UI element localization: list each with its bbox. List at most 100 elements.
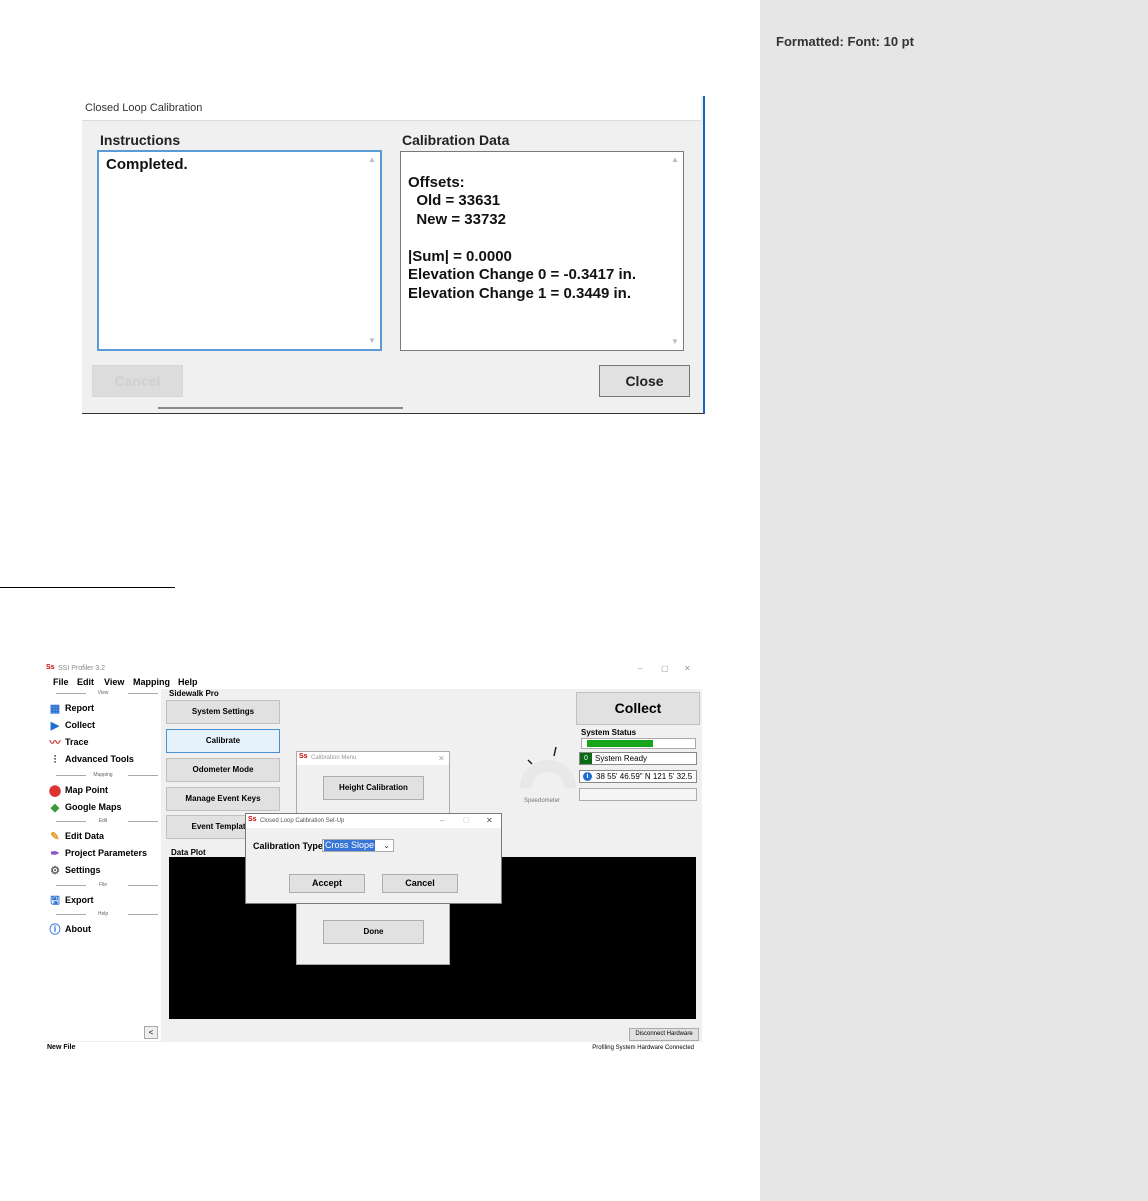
divider — [158, 407, 403, 409]
maximize-icon[interactable]: ▢ — [463, 814, 470, 828]
minimize-icon[interactable]: – — [440, 814, 444, 828]
sidebar-item-report[interactable]: ▦ Report — [48, 700, 94, 716]
sidebar-item-label: Map Point — [65, 785, 108, 795]
section-help: Help — [48, 910, 158, 919]
sidebar-item-label: Collect — [65, 720, 96, 730]
calibration-data-label: Calibration Data — [402, 132, 510, 148]
scroll-up-icon[interactable]: ▲ — [367, 155, 377, 165]
menu-file[interactable]: File — [53, 676, 69, 689]
calibration-type-label: Calibration Type — [253, 841, 323, 851]
instructions-textbox[interactable]: Completed. ▲ ▼ — [97, 150, 382, 351]
maximize-icon[interactable]: ▢ — [661, 662, 669, 676]
system-ready-field: 0 System Ready — [579, 752, 697, 765]
odometer-mode-button[interactable]: Odometer Mode — [166, 758, 280, 782]
manage-event-keys-button[interactable]: Manage Event Keys — [166, 787, 280, 811]
section-mapping: Mapping — [48, 771, 158, 780]
empty-status-field — [579, 788, 697, 801]
cancel-button[interactable]: Cancel — [92, 365, 183, 397]
menu-bar: File Edit View Mapping Help — [44, 676, 702, 689]
menu-view[interactable]: View — [104, 676, 124, 689]
instructions-scrollbar[interactable]: ▲ ▼ — [366, 154, 378, 347]
google-maps-icon: ◆ — [50, 801, 60, 814]
calibrate-button[interactable]: Calibrate — [166, 729, 280, 753]
collapse-sidebar-button[interactable]: < — [144, 1026, 158, 1039]
menu-edit[interactable]: Edit — [77, 676, 94, 689]
instructions-label: Instructions — [100, 132, 181, 148]
status-bar-right: Profiling System Hardware Connected — [592, 1045, 694, 1051]
ssi-logo-icon: Ss — [248, 816, 257, 824]
calibration-data-textbox[interactable]: Offsets: Old = 33631 New = 33732 |Sum| =… — [400, 151, 684, 351]
system-status-label: System Status — [581, 728, 637, 737]
minimize-icon[interactable]: – — [638, 662, 642, 676]
collect-button[interactable]: Collect — [576, 692, 700, 725]
sidebar-item-google-maps[interactable]: ◆ Google Maps — [48, 799, 122, 815]
sidebar-item-project-parameters[interactable]: ✒ Project Parameters — [48, 845, 147, 861]
window-title: Closed Loop Calibration — [82, 96, 701, 121]
menu-mapping[interactable]: Mapping — [133, 676, 170, 689]
system-status-progress — [581, 738, 696, 749]
speedometer-gauge — [520, 746, 576, 789]
section-file: File — [48, 881, 158, 890]
trace-icon: 〰 — [49, 736, 61, 749]
data-line: New = 33732 — [408, 210, 506, 228]
sidebar-item-settings[interactable]: ⚙ Settings — [48, 862, 101, 878]
pencil-icon: ✎ — [50, 830, 60, 843]
calibration-menu-title: Calibration Menu — [311, 755, 357, 761]
closed-loop-calibration-window: Closed Loop Calibration Instructions Com… — [82, 96, 705, 414]
sidebar-item-collect[interactable]: ▶ Collect — [48, 717, 95, 733]
calibration-type-select[interactable]: Cross Slope ⌄ — [322, 839, 394, 852]
close-icon[interactable]: ✕ — [486, 814, 493, 828]
sidebar-item-label: About — [65, 924, 91, 934]
data-line: Elevation Change 0 = -0.3417 in. — [408, 266, 637, 283]
export-icon: 🖫 — [50, 894, 60, 907]
map-pin-icon: ⬤ — [48, 784, 62, 797]
sidebar-item-label: Edit Data — [65, 831, 105, 841]
ssi-logo-icon: Ss — [299, 753, 308, 761]
calibration-menu-title-bar: Ss Calibration Menu ✕ — [297, 752, 449, 765]
mode-label: Sidewalk Pro — [169, 689, 219, 698]
status-text: System Ready — [595, 754, 648, 763]
play-icon: ▶ — [50, 719, 60, 732]
disconnect-hardware-button[interactable]: Disconnect Hardware — [629, 1028, 699, 1041]
scroll-up-icon[interactable]: ▲ — [670, 155, 680, 165]
sidebar-item-about[interactable]: ⓘ About — [48, 921, 92, 937]
cancel-button[interactable]: Cancel — [382, 874, 458, 893]
progress-fill — [587, 740, 653, 747]
sidebar-item-map-point[interactable]: ⬤ Map Point — [48, 782, 108, 798]
sidebar-item-label: Settings — [65, 865, 101, 875]
ssi-logo-icon: Ss — [46, 664, 55, 672]
sliders-icon: ⫶ — [53, 753, 57, 766]
comment-pane-label: Formatted: Font: 10 pt — [776, 34, 914, 49]
data-line: Elevation Change 1 = 0.3449 in. — [408, 284, 632, 302]
data-line: Offsets: — [408, 173, 465, 191]
sidebar-item-advanced-tools[interactable]: ⫶ Advanced Tools — [48, 751, 134, 767]
data-line: Old = 33631 — [408, 192, 501, 209]
app-title: SSI Profiler 3.2 — [58, 665, 106, 672]
close-icon[interactable]: ✕ — [684, 662, 691, 676]
data-scrollbar[interactable]: ▲ ▼ — [669, 154, 681, 348]
sidebar-item-label: Advanced Tools — [65, 754, 134, 764]
scroll-down-icon[interactable]: ▼ — [670, 337, 680, 347]
footnote-separator — [0, 587, 175, 588]
pen-icon: ✒ — [50, 847, 60, 860]
sidebar-item-export[interactable]: 🖫 Export — [48, 892, 93, 908]
sidebar-item-trace[interactable]: 〰 Trace — [48, 734, 89, 750]
done-button[interactable]: Done — [323, 920, 424, 944]
sidebar-item-edit-data[interactable]: ✎ Edit Data — [48, 828, 104, 844]
instructions-text: Completed. — [106, 156, 188, 173]
speedometer-label: Speedometer — [524, 798, 561, 804]
coordinates-field: i 38 55' 46.59" N 121 5' 32.5 — [579, 770, 697, 783]
height-calibration-button[interactable]: Height Calibration — [323, 776, 424, 800]
scroll-down-icon[interactable]: ▼ — [367, 336, 377, 346]
system-settings-button[interactable]: System Settings — [166, 700, 280, 724]
coordinates-text: 38 55' 46.59" N 121 5' 32.5 — [596, 772, 693, 781]
gear-icon: ⚙ — [50, 864, 60, 877]
menu-help[interactable]: Help — [178, 676, 198, 689]
sidebar-item-label: Report — [65, 703, 94, 713]
accept-button[interactable]: Accept — [289, 874, 365, 893]
app-title-bar: Ss SSI Profiler 3.2 – ▢ ✕ — [44, 662, 702, 676]
close-button[interactable]: Close — [599, 365, 690, 397]
status-bar: New File Profiling System Hardware Conne… — [44, 1042, 702, 1054]
close-icon[interactable]: ✕ — [438, 752, 445, 765]
chevron-down-icon: ⌄ — [383, 841, 390, 850]
